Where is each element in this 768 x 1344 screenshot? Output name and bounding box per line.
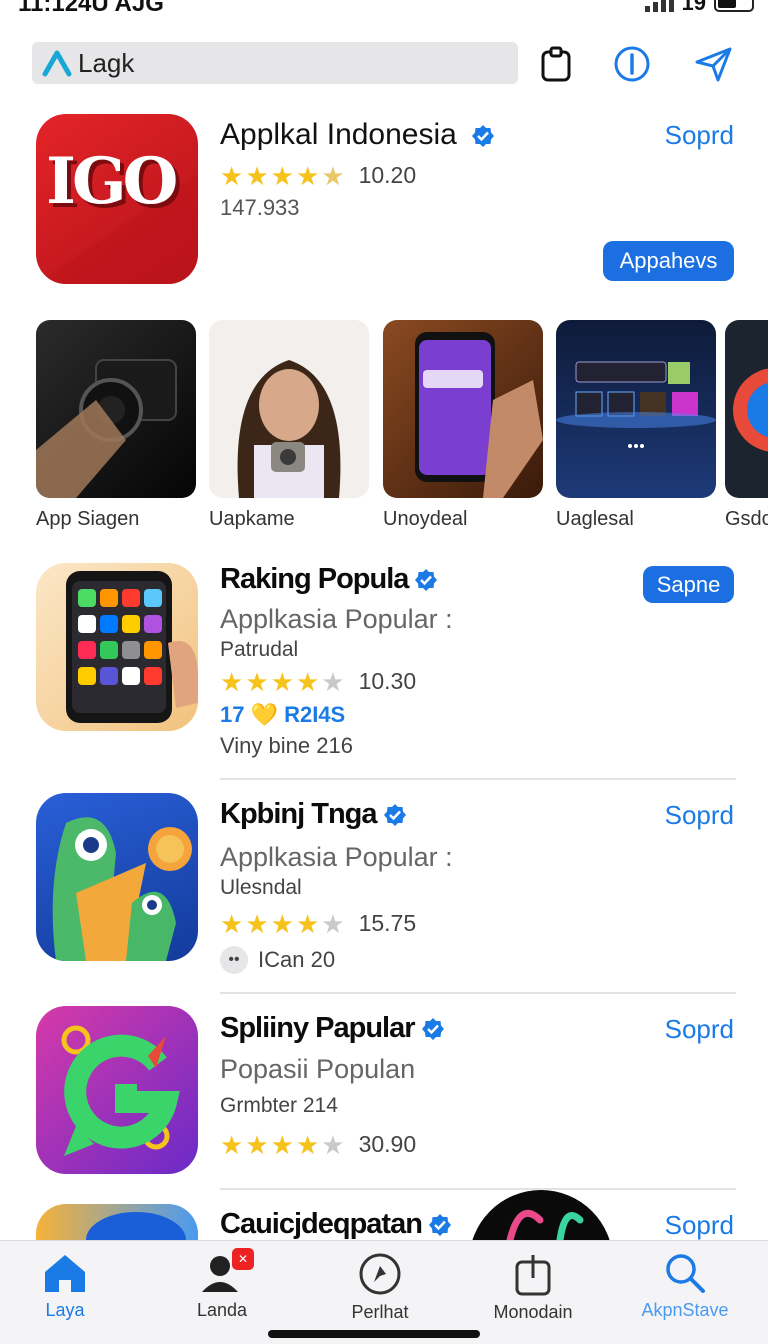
verified-icon	[421, 1018, 444, 1041]
list-graphic	[470, 1190, 612, 1240]
tab-laya[interactable]: Laya	[0, 1252, 130, 1321]
rating-value: 10.30	[358, 668, 417, 694]
status-time: 11:124U AJG	[18, 0, 164, 17]
list-rating: ★ ★ ★ ★ ★ 30.90	[220, 1131, 416, 1158]
star-icon: ★	[321, 160, 345, 191]
list-app-icon[interactable]	[36, 1204, 198, 1240]
star-icon: ★	[321, 908, 345, 939]
compass-icon	[359, 1253, 401, 1295]
star-icon: ★	[270, 666, 294, 697]
status-bar: 11:124U AJG 19	[0, 0, 768, 22]
gallery-item[interactable]	[383, 320, 543, 498]
search-bar[interactable]	[32, 42, 518, 84]
gallery-item[interactable]	[556, 320, 716, 498]
battery-icon	[714, 0, 754, 12]
star-icon: ★	[220, 908, 244, 939]
verified-icon	[472, 125, 495, 148]
list-title: Cauicjdeqpatan	[220, 1208, 452, 1241]
list-title: Spliiny Papular	[220, 1012, 445, 1045]
list-category: Ulesndal	[220, 876, 302, 899]
home-indicator	[268, 1330, 480, 1338]
list-action-link[interactable]: Soprd	[665, 1210, 734, 1241]
tab-akpnstave[interactable]: AkpnStave	[620, 1252, 750, 1321]
list-action-link[interactable]: Soprd	[665, 800, 734, 831]
verified-icon	[383, 804, 406, 827]
search-icon	[666, 1254, 705, 1293]
rating-value: 30.90	[358, 1131, 417, 1157]
list-title: Raking Popula	[220, 563, 438, 596]
star-icon: ★	[295, 160, 320, 191]
list-app-icon[interactable]	[36, 793, 198, 961]
gallery-label: Gsdc	[725, 508, 768, 530]
star-icon: ★	[321, 666, 345, 697]
list-subtitle: Popasii Populan	[220, 1054, 416, 1084]
tab-landa[interactable]: Landa	[157, 1252, 287, 1321]
featured-count: 147.933	[220, 195, 300, 220]
star-icon: ★	[245, 666, 269, 697]
star-icon: ★	[295, 1129, 320, 1160]
gallery-item[interactable]	[725, 320, 768, 498]
star-icon: ★	[220, 1129, 244, 1160]
list-rating: ★ ★ ★ ★ ★ 15.75	[220, 910, 416, 937]
star-icon: ★	[270, 160, 294, 191]
featured-title: Applkal Indonesia	[220, 118, 495, 152]
list-action-button[interactable]: Sapne	[643, 566, 734, 603]
star-icon: ★	[295, 908, 320, 939]
gallery-label: App Siagen	[36, 508, 140, 530]
share-icon	[515, 1255, 551, 1296]
star-icon: ★	[321, 1129, 345, 1160]
notification-badge: ✕	[232, 1248, 254, 1270]
send-icon[interactable]	[694, 44, 734, 84]
star-icon: ★	[270, 908, 294, 939]
list-category: Patrudal	[220, 638, 299, 661]
star-icon: ★	[245, 160, 269, 191]
star-icon: ★	[220, 666, 244, 697]
verified-icon	[428, 1214, 451, 1237]
list-subtitle: Applkasia Popular :	[220, 842, 453, 872]
tab-monodain[interactable]: Monodain	[468, 1252, 598, 1323]
star-icon: ★	[295, 666, 320, 697]
info-icon[interactable]	[612, 44, 652, 84]
featured-action-button[interactable]: Appahevs	[603, 241, 734, 281]
clipboard-icon[interactable]	[536, 44, 576, 84]
gallery-label: Uapkame	[209, 508, 295, 530]
list-extra: •• ICan 20	[220, 946, 335, 974]
list-app-icon[interactable]	[36, 1006, 198, 1174]
featured-app-icon[interactable]: IGO	[36, 114, 198, 284]
list-category: Grmbter 214	[220, 1094, 338, 1117]
featured-rating: ★ ★ ★ ★ ★ 10.20	[220, 162, 416, 189]
battery-percent: 19	[681, 0, 706, 15]
tab-perlhat[interactable]: Perlhat	[315, 1252, 445, 1323]
star-icon: ★	[245, 1129, 269, 1160]
gallery-label: Uaglesal	[556, 508, 634, 530]
list-action-link[interactable]: Soprd	[665, 1014, 734, 1045]
list-app-icon[interactable]	[36, 563, 198, 731]
app-logo-icon	[42, 50, 72, 77]
rating-value: 15.75	[358, 910, 417, 936]
featured-logo: IGO	[46, 144, 178, 219]
list-extra: 17 💛 R2I4S	[220, 702, 346, 727]
list-subtitle: Applkasia Popular :	[220, 604, 453, 634]
star-icon: ★	[220, 160, 244, 191]
verified-icon	[415, 569, 438, 592]
gallery-label: Unoydeal	[383, 508, 468, 530]
star-icon: ★	[245, 908, 269, 939]
list-rating: ★ ★ ★ ★ ★ 10.30	[220, 668, 416, 695]
signal-icon	[644, 0, 674, 12]
star-icon: ★	[270, 1129, 294, 1160]
gallery-item[interactable]	[36, 320, 196, 498]
status-icons: 19	[644, 0, 754, 16]
list-title: Kpbinj Tnga	[220, 798, 407, 831]
home-icon	[45, 1255, 85, 1292]
face-icon: ••	[220, 946, 248, 974]
divider	[220, 992, 736, 994]
list-extra-secondary: Viny bine 216	[220, 733, 353, 758]
divider	[220, 778, 736, 780]
featured-action-link[interactable]: Soprd	[665, 120, 734, 151]
gallery-item[interactable]	[209, 320, 369, 498]
search-input[interactable]	[78, 47, 478, 79]
rating-value: 10.20	[358, 162, 417, 188]
